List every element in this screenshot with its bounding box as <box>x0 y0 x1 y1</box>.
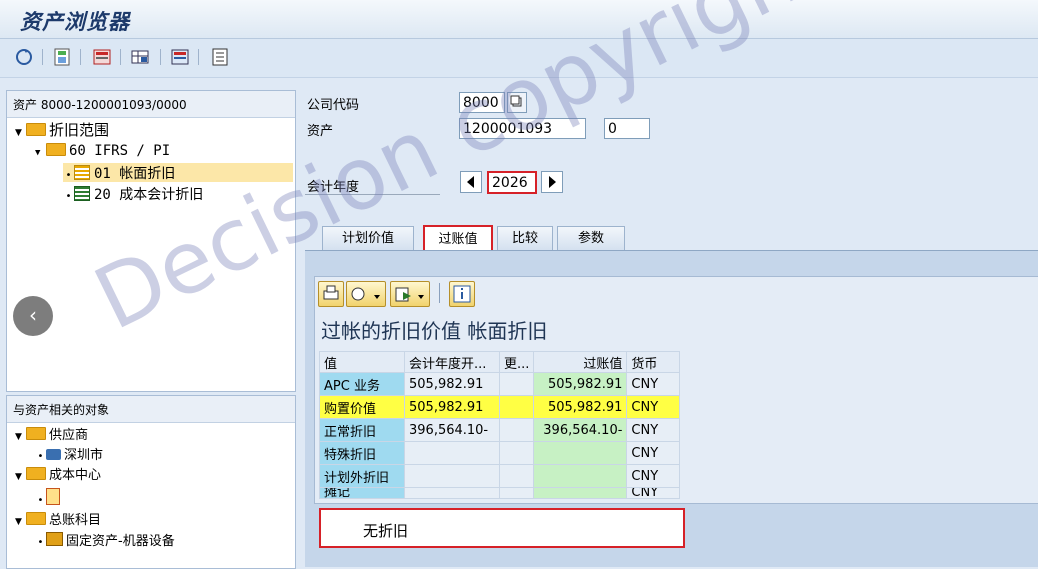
expand-triangle-icon[interactable]: ▼ <box>15 124 26 143</box>
document-icon <box>46 488 60 505</box>
table-row[interactable]: APC 业务 505,982.91 505,982.91 CNY <box>319 372 681 396</box>
tree-node-cost-depreciation[interactable]: • 20 成本会计折旧 <box>63 184 203 203</box>
fiscal-year-field[interactable]: 2026 <box>487 171 537 194</box>
folder-icon <box>46 143 66 156</box>
asset-tree-header: 资产 8000-1200001093/0000 <box>7 91 295 118</box>
tree-node-gl-account[interactable]: ▼ 总账科目 <box>15 511 101 530</box>
table-row[interactable]: 摊记 CNY <box>319 487 681 499</box>
message-text: 无折旧 <box>363 522 409 540</box>
tree-node-ifrs[interactable]: ▼ 60 IFRS / PI <box>35 142 170 161</box>
related-objects-panel: 与资产相关的对象 ▼ 供应商 • 深圳市 ▼ 成本中心 • ▼ 总账科目 • 固定资产-机… <box>6 395 296 569</box>
column-header-change[interactable]: 更... <box>498 351 535 373</box>
list-icon <box>74 165 90 180</box>
table-row[interactable]: 特殊折旧 CNY <box>319 441 681 465</box>
tree-node-fixed-asset-machinery[interactable]: • 固定资产-机器设备 <box>35 531 175 550</box>
tree-node-vendor-shenzhen[interactable]: • 深圳市 <box>35 446 103 465</box>
column-header-currency[interactable]: 货币 <box>626 351 681 373</box>
tab-parameters[interactable]: 参数 <box>557 226 625 251</box>
print-icon[interactable] <box>318 281 344 307</box>
columns-icon[interactable] <box>52 47 72 67</box>
folder-icon <box>26 512 46 525</box>
grid-title: 过帐的折旧价值 帐面折旧 <box>321 319 548 343</box>
account-icon <box>46 532 63 546</box>
grid-icon[interactable] <box>130 47 150 67</box>
list-icon <box>74 186 90 201</box>
filter-icon[interactable] <box>92 47 112 67</box>
export-dropdown-icon[interactable] <box>390 281 430 307</box>
column-header-posted[interactable]: 过账值 <box>533 351 628 373</box>
table-row[interactable]: 计划外折旧 CNY <box>319 464 681 488</box>
company-code-label: 公司代码 <box>307 98 360 113</box>
report-icon[interactable] <box>170 47 190 67</box>
no-depreciation-message: 无折旧 <box>319 508 685 548</box>
related-objects-header-text: 与资产相关的对象 <box>13 403 110 417</box>
next-year-button[interactable] <box>541 171 563 193</box>
list-icon[interactable] <box>210 47 230 67</box>
related-objects-header: 与资产相关的对象 <box>7 396 295 423</box>
tree-node-depreciation-area[interactable]: ▼ 折旧范围 <box>15 121 109 140</box>
title-bar: 资产浏览器 <box>0 0 1038 39</box>
column-header-fy-start[interactable]: 会计年度开... <box>404 351 500 373</box>
expand-triangle-icon[interactable]: ▼ <box>35 144 46 163</box>
tree-node-cost-center-item[interactable]: • <box>35 486 60 506</box>
info-icon[interactable] <box>449 281 475 307</box>
back-arrow-icon[interactable]: ‹ <box>13 296 53 336</box>
tree-node-cost-center[interactable]: ▼ 成本中心 <box>15 466 101 485</box>
table-row[interactable]: 购置价值 505,982.91 505,982.91 CNY <box>319 395 681 419</box>
depreciation-values-table: 值 会计年度开... 更... 过账值 货币 APC 业务 505,982.91… <box>319 351 681 499</box>
view-dropdown-icon[interactable] <box>346 281 386 307</box>
asset-subnumber-field[interactable]: 0 <box>604 118 650 139</box>
folder-icon <box>26 123 46 136</box>
app-title: 资产浏览器 <box>20 9 130 34</box>
folder-icon <box>26 427 46 440</box>
table-header-row: 值 会计年度开... 更... 过账值 货币 <box>319 351 681 373</box>
depreciation-grid-panel: 过帐的折旧价值 帐面折旧 值 会计年度开... 更... 过账值 货币 APC … <box>314 276 1038 504</box>
vehicle-icon <box>46 449 61 460</box>
asset-label: 资产 <box>307 124 334 139</box>
tab-comparison[interactable]: 比较 <box>497 226 553 251</box>
refresh-icon[interactable] <box>14 47 34 67</box>
tree-node-vendor[interactable]: ▼ 供应商 <box>15 426 88 445</box>
table-row[interactable]: 正常折旧 396,564.10- 396,564.10- CNY <box>319 418 681 442</box>
asset-tree-header-text: 资产 8000-1200001093/0000 <box>13 98 187 112</box>
folder-icon <box>26 467 46 480</box>
column-header-value[interactable]: 值 <box>319 351 405 373</box>
